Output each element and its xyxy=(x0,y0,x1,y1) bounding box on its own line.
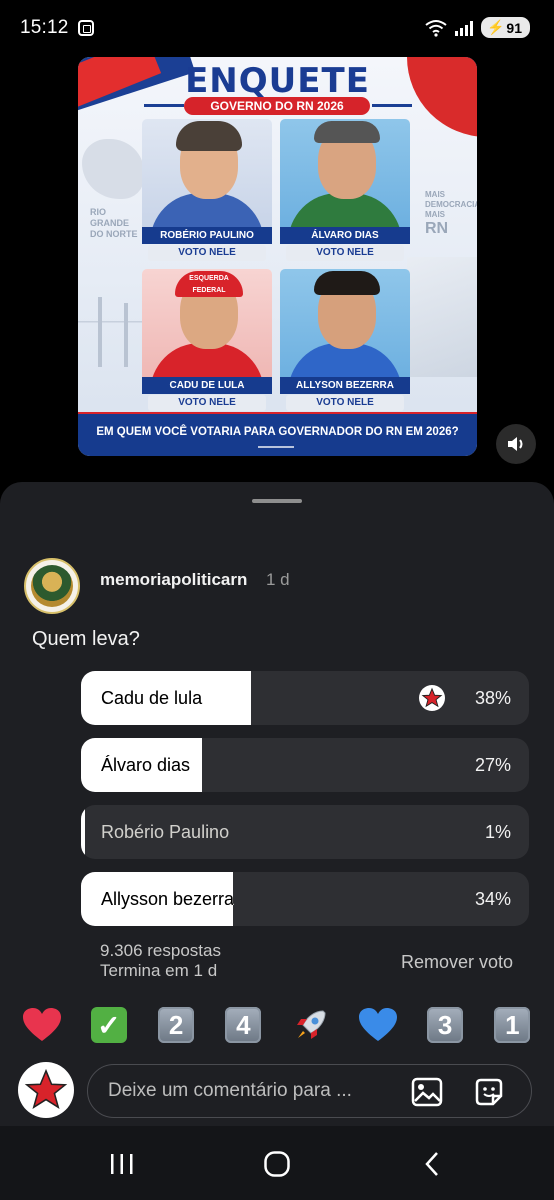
username[interactable]: memoriapoliticarn xyxy=(100,570,247,590)
candidate-card: ESQUERDA FEDERAL CADU DE LULA VOTO NELE xyxy=(142,269,272,415)
vote-label: VOTO NELE xyxy=(148,395,266,411)
story-question: EM QUEM VOCÊ VOTARIA PARA GOVERNADOR DO … xyxy=(78,414,477,456)
vote-label: VOTO NELE xyxy=(148,245,266,261)
sound-toggle-button[interactable] xyxy=(496,424,536,464)
bolt-icon: ⚡ xyxy=(486,19,505,35)
keycap-2-icon[interactable]: 2 xyxy=(156,1005,196,1045)
story-title: ENQUETE xyxy=(185,61,370,101)
battery-indicator: ⚡ 91 xyxy=(480,17,530,38)
screen-record-icon xyxy=(78,20,94,36)
post-time: 1 d xyxy=(266,570,290,589)
gallery-icon[interactable] xyxy=(410,1075,444,1109)
status-icons: ⚡ 91 xyxy=(425,17,530,38)
sticker-icon[interactable] xyxy=(472,1075,506,1109)
story-side-slogan: MAIS DEMOCRACIA MAIS RN xyxy=(425,190,477,237)
poll-option-label: Robério Paulino xyxy=(101,822,230,842)
status-time: 15:12 xyxy=(20,17,69,38)
sheet-drag-handle[interactable] xyxy=(252,499,302,503)
coast-graphic xyxy=(407,257,477,377)
rocket-icon[interactable] xyxy=(291,1005,331,1045)
poll-option-label: Cadu de lula xyxy=(101,688,203,708)
blue-heart-icon[interactable] xyxy=(358,1005,398,1045)
vote-label: VOTO NELE xyxy=(286,245,404,261)
check-mark-icon[interactable]: ✓ xyxy=(89,1005,129,1045)
vote-label: VOTO NELE xyxy=(286,395,404,411)
poll-results-sheet: memoriapoliticarn 1 d Quem leva? Cadu de… xyxy=(0,482,554,1126)
story-side-label: RIO GRANDE DO NORTE xyxy=(90,207,138,239)
speaker-icon xyxy=(508,437,523,451)
poll-meta: 9.306 respostas Termina em 1 d xyxy=(100,941,221,981)
story-image[interactable]: ENQUETE GOVERNO DO RN 2026 RIO GRANDE DO… xyxy=(78,57,477,456)
candidate-card: ROBÉRIO PAULINO VOTO NELE xyxy=(142,119,272,265)
poll-option[interactable]: Álvaro dias 27% xyxy=(81,738,529,792)
star-icon xyxy=(421,687,443,708)
my-vote-avatar-icon xyxy=(419,685,445,711)
poll-option-percent: 34% xyxy=(474,889,511,909)
candidate-card: ALLYSON BEZERRA VOTO NELE xyxy=(280,269,410,415)
rn-map-graphic xyxy=(82,139,144,199)
poll-option-percent: 27% xyxy=(474,755,511,775)
status-bar: 15:12 ⚡ 91 xyxy=(0,0,554,58)
recent-apps-button[interactable] xyxy=(102,1148,142,1180)
system-nav-bar xyxy=(0,1126,554,1200)
wifi-icon xyxy=(425,19,447,37)
keycap-4-icon[interactable]: 4 xyxy=(223,1005,263,1045)
back-icon xyxy=(425,1152,438,1176)
response-count: 9.306 respostas xyxy=(100,941,221,960)
candidate-name: CADU DE LULA xyxy=(142,377,272,394)
poll-option-percent: 38% xyxy=(474,688,511,708)
cap-graphic: ESQUERDA FEDERAL xyxy=(175,271,243,297)
candidate-name: ROBÉRIO PAULINO xyxy=(142,227,272,244)
remove-vote-button[interactable]: Remover voto xyxy=(401,952,513,973)
poll-option[interactable]: Robério Paulino 1% xyxy=(81,805,529,859)
poll-fill xyxy=(81,805,86,859)
back-button[interactable] xyxy=(412,1148,452,1180)
recent-apps-icon xyxy=(111,1154,133,1174)
candidate-card: ÁLVARO DIAS VOTO NELE xyxy=(280,119,410,265)
comment-input[interactable] xyxy=(108,1065,398,1117)
poll-question: Quem leva? xyxy=(32,628,140,650)
poll-option[interactable]: Allysson bezerra 34% xyxy=(81,872,529,926)
keycap-3-icon[interactable]: 3 xyxy=(425,1005,465,1045)
poll-option[interactable]: Cadu de lula 38% xyxy=(81,671,529,725)
story-subtitle: GOVERNO DO RN 2026 xyxy=(184,97,370,115)
star-icon xyxy=(24,1068,68,1109)
keycap-1-icon[interactable]: 1 xyxy=(492,1005,532,1045)
poll-ends: Termina em 1 d xyxy=(100,961,218,980)
candidate-name: ALLYSON BEZERRA xyxy=(280,377,410,394)
poll-option-label: Álvaro dias xyxy=(101,755,191,775)
signal-icon xyxy=(454,20,473,36)
heart-icon[interactable] xyxy=(22,1005,62,1045)
avatar[interactable] xyxy=(24,558,80,614)
poll-option-percent: 1% xyxy=(484,822,511,842)
quick-reactions: ✓ 2 4 3 1 xyxy=(0,1002,554,1048)
battery-level: 91 xyxy=(506,19,522,36)
poll-option-label: Allysson bezerra xyxy=(101,889,235,909)
bridge-graphic xyxy=(78,297,148,377)
comment-box xyxy=(87,1064,532,1118)
candidate-name: ÁLVARO DIAS xyxy=(280,227,410,244)
home-icon xyxy=(264,1151,290,1177)
my-avatar xyxy=(18,1062,74,1118)
home-button[interactable] xyxy=(257,1148,297,1180)
